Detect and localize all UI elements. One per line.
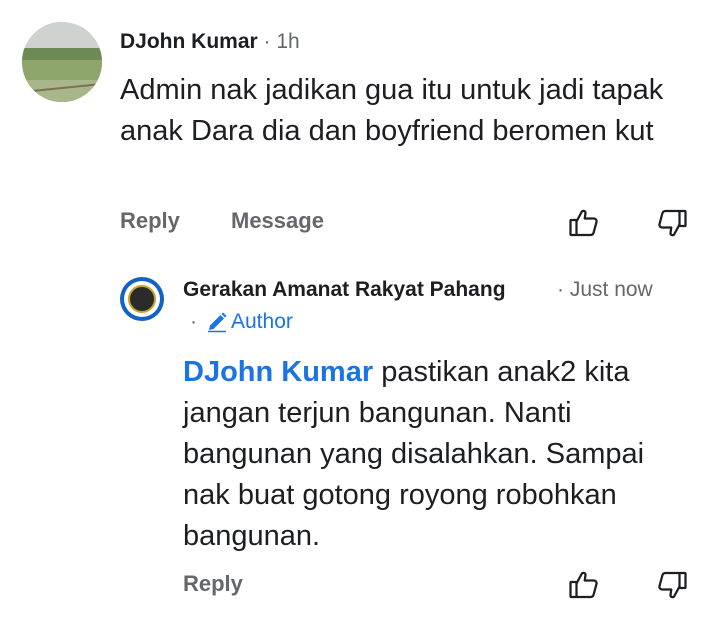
author-badge-label: Author xyxy=(231,310,293,333)
author-badge: · Author xyxy=(190,310,293,334)
avatar[interactable] xyxy=(22,22,102,102)
reply-reply-button[interactable]: Reply xyxy=(183,571,243,597)
reply-avatar-ring xyxy=(124,281,160,317)
reply-button[interactable]: Reply xyxy=(120,208,180,234)
dislike-icon[interactable] xyxy=(654,567,690,603)
reply-time-group: · Just now xyxy=(557,278,653,302)
avatar-photo xyxy=(22,22,102,102)
comment-header: DJohn Kumar · 1h xyxy=(120,30,300,54)
mention-link[interactable]: DJohn Kumar xyxy=(183,356,373,388)
reply-separator: · xyxy=(557,278,564,301)
reply-time[interactable]: Just now xyxy=(570,278,653,301)
message-button[interactable]: Message xyxy=(231,208,324,234)
reply-avatar[interactable] xyxy=(120,277,164,321)
comment-text: Admin nak jadikan gua itu untuk jadi tap… xyxy=(120,74,664,147)
comment-time[interactable]: 1h xyxy=(276,30,299,53)
reply-author-name[interactable]: Gerakan Amanat Rakyat Pahang xyxy=(183,278,506,302)
pencil-icon xyxy=(208,312,227,333)
like-icon[interactable] xyxy=(566,205,602,241)
like-icon[interactable] xyxy=(566,567,602,603)
comment-separator: · xyxy=(263,30,271,53)
dislike-icon[interactable] xyxy=(654,205,690,241)
comment-author-name[interactable]: DJohn Kumar xyxy=(120,30,258,53)
badge-separator: · xyxy=(190,310,197,333)
reply-text-block: DJohn Kumar pastikan anak2 kita jangan t… xyxy=(183,352,693,557)
reply-avatar-emblem xyxy=(128,285,156,313)
